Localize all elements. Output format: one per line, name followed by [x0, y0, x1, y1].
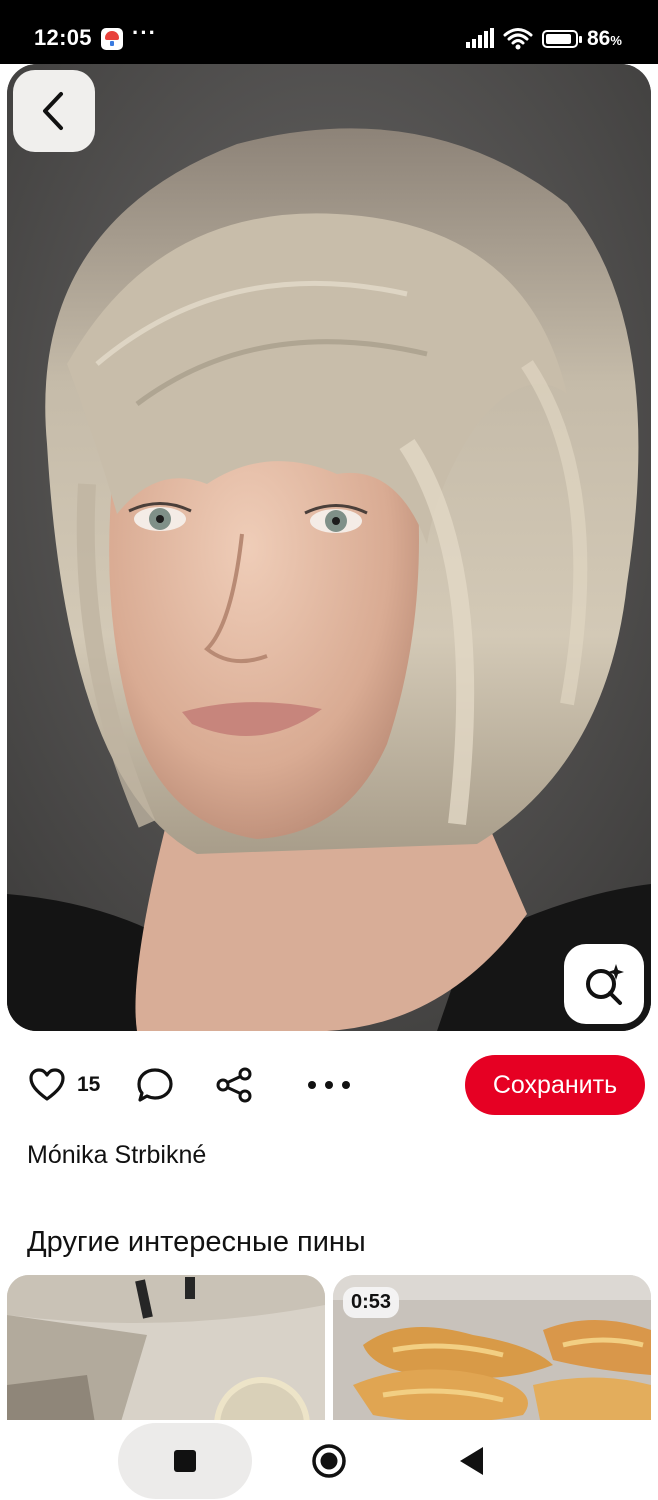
author-name[interactable]: Mónika Strbikné: [27, 1141, 206, 1170]
battery-percent: 86%: [587, 27, 622, 50]
pin-image[interactable]: [7, 64, 651, 1031]
more-notifications-indicator: ···: [132, 20, 157, 45]
back-button[interactable]: [13, 70, 95, 152]
portrait-photo: [7, 64, 651, 1031]
more-icon[interactable]: [306, 1072, 352, 1098]
system-navigation-bar: [0, 1420, 658, 1500]
visual-search-button[interactable]: [564, 944, 644, 1024]
visual-search-icon: [586, 964, 624, 1005]
pin-actions: 15 Сохранить: [0, 1048, 658, 1124]
back-triangle-icon[interactable]: [455, 1444, 487, 1478]
chevron-left-icon: [43, 92, 63, 130]
like-count: 15: [77, 1073, 101, 1096]
video-duration: 0:53: [343, 1287, 400, 1318]
comment-icon[interactable]: [136, 1066, 174, 1104]
status-bar: 12:05 ··· 86%: [0, 0, 658, 64]
save-button[interactable]: Сохранить: [465, 1055, 645, 1115]
status-time: 12:05: [34, 25, 92, 50]
recent-apps-button[interactable]: [118, 1423, 252, 1499]
pin-tile-video[interactable]: 0:53: [333, 1275, 651, 1435]
more-pins-title: Другие интересные пины: [27, 1226, 366, 1258]
recent-apps-icon: [174, 1450, 196, 1472]
pin-tile[interactable]: [7, 1275, 325, 1435]
interior-photo: [7, 1275, 325, 1435]
wifi-icon: [503, 28, 533, 50]
heart-icon[interactable]: [28, 1066, 66, 1104]
share-icon[interactable]: [215, 1066, 253, 1104]
battery-icon: [542, 30, 582, 48]
signal-icon: [466, 28, 494, 48]
app-notification-icon: [101, 28, 123, 50]
home-icon[interactable]: [311, 1443, 347, 1479]
